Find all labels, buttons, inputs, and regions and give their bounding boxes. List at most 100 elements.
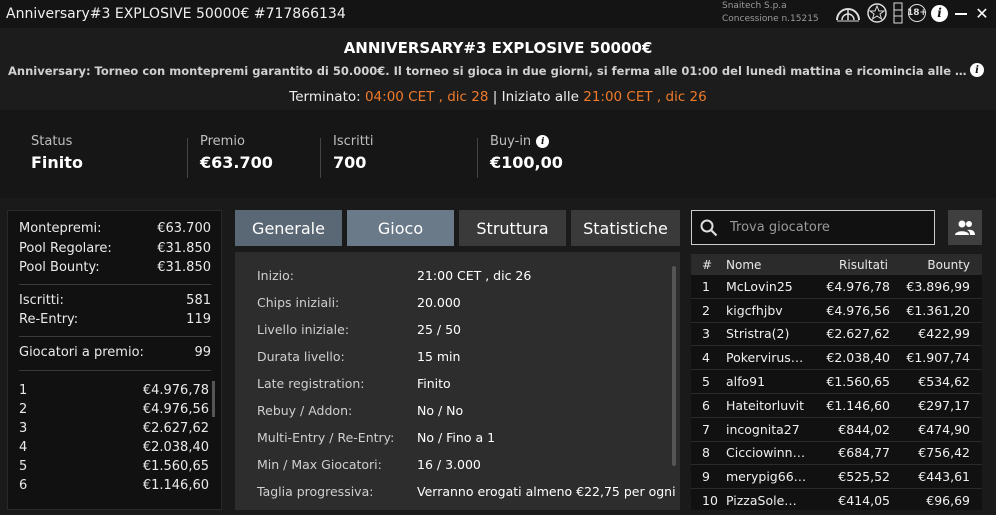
- table-header: # Nome Risultati Bounty: [691, 254, 982, 275]
- tab-bar: Generale Gioco Struttura Statistiche: [235, 210, 680, 246]
- payout-position: 1: [19, 383, 28, 398]
- detail-label: Chips iniziali:: [257, 295, 340, 310]
- table-row[interactable]: 8 Cicciowinn… €684,77 €756,42: [691, 442, 982, 466]
- player-bounty: €297,17: [918, 397, 970, 413]
- player-bounty: €756,42: [918, 445, 970, 461]
- payout-position: 2: [19, 402, 28, 417]
- column-rank[interactable]: #: [691, 258, 726, 272]
- license-company: Snaitech S.p.a: [722, 1, 787, 11]
- detail-label: Durata livello:: [257, 349, 345, 364]
- player-rank: 3: [702, 326, 710, 342]
- player-name: alfo91: [726, 374, 766, 390]
- payout-amount: €2.038,40: [142, 440, 209, 455]
- detail-value: 25 / 50: [417, 322, 461, 337]
- player-name: McLovin25: [726, 278, 793, 294]
- friends-button[interactable]: [948, 210, 982, 245]
- player-results: €4.976,78: [826, 278, 890, 294]
- tab-generale[interactable]: Generale: [235, 210, 342, 246]
- payout-row: 1 €4.976,78: [19, 381, 211, 400]
- tab-struttura[interactable]: Struttura: [459, 210, 566, 246]
- paid-players-row: Giocatori a premio: 99: [19, 343, 211, 363]
- search-input[interactable]: [728, 219, 922, 236]
- table-row[interactable]: 7 incognita27 €844,02 €474,90: [691, 418, 982, 442]
- ended-value: 04:00 CET , dic 28: [364, 89, 489, 105]
- summary-label: Pool Bounty:: [19, 260, 100, 275]
- detail-value: 20.000: [417, 295, 461, 310]
- column-results[interactable]: Risultati: [816, 258, 888, 272]
- title-bar-icons: 18+ i ✕: [835, 2, 990, 24]
- tournament-description: Anniversary: Torneo con montepremi garan…: [8, 64, 968, 78]
- stat-divider: [187, 138, 188, 178]
- detail-label: Late registration:: [257, 376, 365, 391]
- detail-row: Taglia progressiva: Verranno erogati alme…: [257, 484, 677, 499]
- column-bounty[interactable]: Bounty: [888, 258, 970, 272]
- prize-value: €63.700: [200, 153, 273, 172]
- payout-row: 6 €1.146,60: [19, 476, 211, 495]
- player-results: €525,52: [838, 469, 890, 485]
- table-row[interactable]: 6 Hateitorluvit €1.146,60 €297,17: [691, 394, 982, 418]
- summary-value: €63.700: [157, 221, 211, 236]
- payout-position: 6: [19, 478, 28, 493]
- player-results: €684,77: [838, 445, 890, 461]
- player-bounty: €474,90: [918, 421, 970, 437]
- minimize-icon[interactable]: [953, 5, 969, 21]
- stat-buyin: Buy-in i €100,00: [490, 134, 563, 172]
- table-body: 1 McLovin25 €4.976,78 €3.896,99 2 kigcfhjbv €4…: [691, 275, 982, 510]
- detail-value: No / No: [417, 403, 464, 418]
- stat-status: Status Finito: [31, 134, 83, 172]
- tab-gioco[interactable]: Gioco: [347, 210, 454, 246]
- player-results: €1.560,65: [826, 374, 890, 390]
- player-name: merypig66…: [726, 469, 807, 485]
- adm-vertical-text-icon: [893, 2, 903, 24]
- player-name: Pokervirus…: [726, 350, 804, 366]
- summary-label: Re-Entry:: [19, 312, 79, 327]
- summary-label: Pool Regolare:: [19, 240, 112, 256]
- payout-position: 4: [19, 440, 28, 455]
- player-rank: 5: [702, 374, 710, 390]
- table-row[interactable]: 2 kigcfhjbv €4.976,56 €1.361,20: [691, 299, 982, 323]
- state-emblem-icon: [866, 2, 888, 24]
- license-info: Snaitech S.p.a Concessione n.15215: [722, 0, 819, 26]
- table-row[interactable]: 1 McLovin25 €4.976,78 €3.896,99: [691, 275, 982, 299]
- detail-label: Rebuy / Addon:: [257, 403, 353, 418]
- detail-label: Min / Max Giocatori:: [257, 457, 382, 472]
- payout-scrollbar[interactable]: [212, 381, 215, 417]
- table-row[interactable]: 4 Pokervirus… €2.038,40 €1.907,74: [691, 346, 982, 371]
- entrants-label: Iscritti: [333, 134, 374, 149]
- detail-value: 15 min: [417, 349, 461, 364]
- buyin-value: €100,00: [490, 153, 563, 172]
- buyin-info-icon[interactable]: i: [536, 135, 550, 148]
- table-row[interactable]: 3 Stristra(2) €2.627,62 €422,99: [691, 323, 982, 347]
- table-row[interactable]: 10 PizzaSole… €414,05 €96,69: [691, 489, 982, 510]
- adm-logo-icon: [835, 2, 861, 24]
- payout-list[interactable]: 1 €4.976,78 2 €4.976,56 3 €2.627,62 4 €2.038,40…: [19, 381, 215, 495]
- table-row[interactable]: 5 alfo91 €1.560,65 €534,62: [691, 370, 982, 394]
- player-bounty: €443,61: [918, 469, 970, 485]
- divider: [19, 283, 211, 285]
- prize-pool-panel: Montepremi: €63.700 Pool Regolare: €31.850 P…: [7, 210, 222, 510]
- player-rank: 8: [702, 445, 710, 461]
- info-icon[interactable]: i: [931, 4, 948, 22]
- summary-value: 581: [186, 292, 211, 308]
- started-label: Iniziato alle: [501, 89, 579, 105]
- status-value: Finito: [31, 153, 83, 172]
- description-info-icon[interactable]: i: [970, 63, 984, 77]
- divider: [19, 335, 211, 337]
- column-name[interactable]: Nome: [726, 258, 816, 272]
- stat-entrants: Iscritti 700: [333, 134, 374, 172]
- detail-value: 16 / 3.000: [417, 457, 481, 472]
- times-separator: |: [492, 89, 498, 105]
- player-name: PizzaSole…: [726, 493, 797, 509]
- search-icon: [700, 219, 718, 236]
- buyin-label: Buy-in: [490, 134, 532, 149]
- payout-amount: €4.976,78: [142, 383, 209, 398]
- detail-value: Verranno erogati almeno €22,75 per ogni: [417, 484, 676, 499]
- payout-amount: €4.976,56: [142, 402, 209, 417]
- payout-row: 2 €4.976,56: [19, 400, 211, 419]
- tab-statistiche[interactable]: Statistiche: [571, 210, 680, 246]
- prize-pool-rows: Montepremi: €63.700 Pool Regolare: €31.850 P…: [19, 219, 211, 278]
- divider: [19, 370, 211, 371]
- detail-row: Chips iniziali: 20.000: [257, 295, 677, 310]
- table-row[interactable]: 9 merypig66… €525,52 €443,61: [691, 465, 982, 490]
- close-icon[interactable]: ✕: [974, 4, 990, 23]
